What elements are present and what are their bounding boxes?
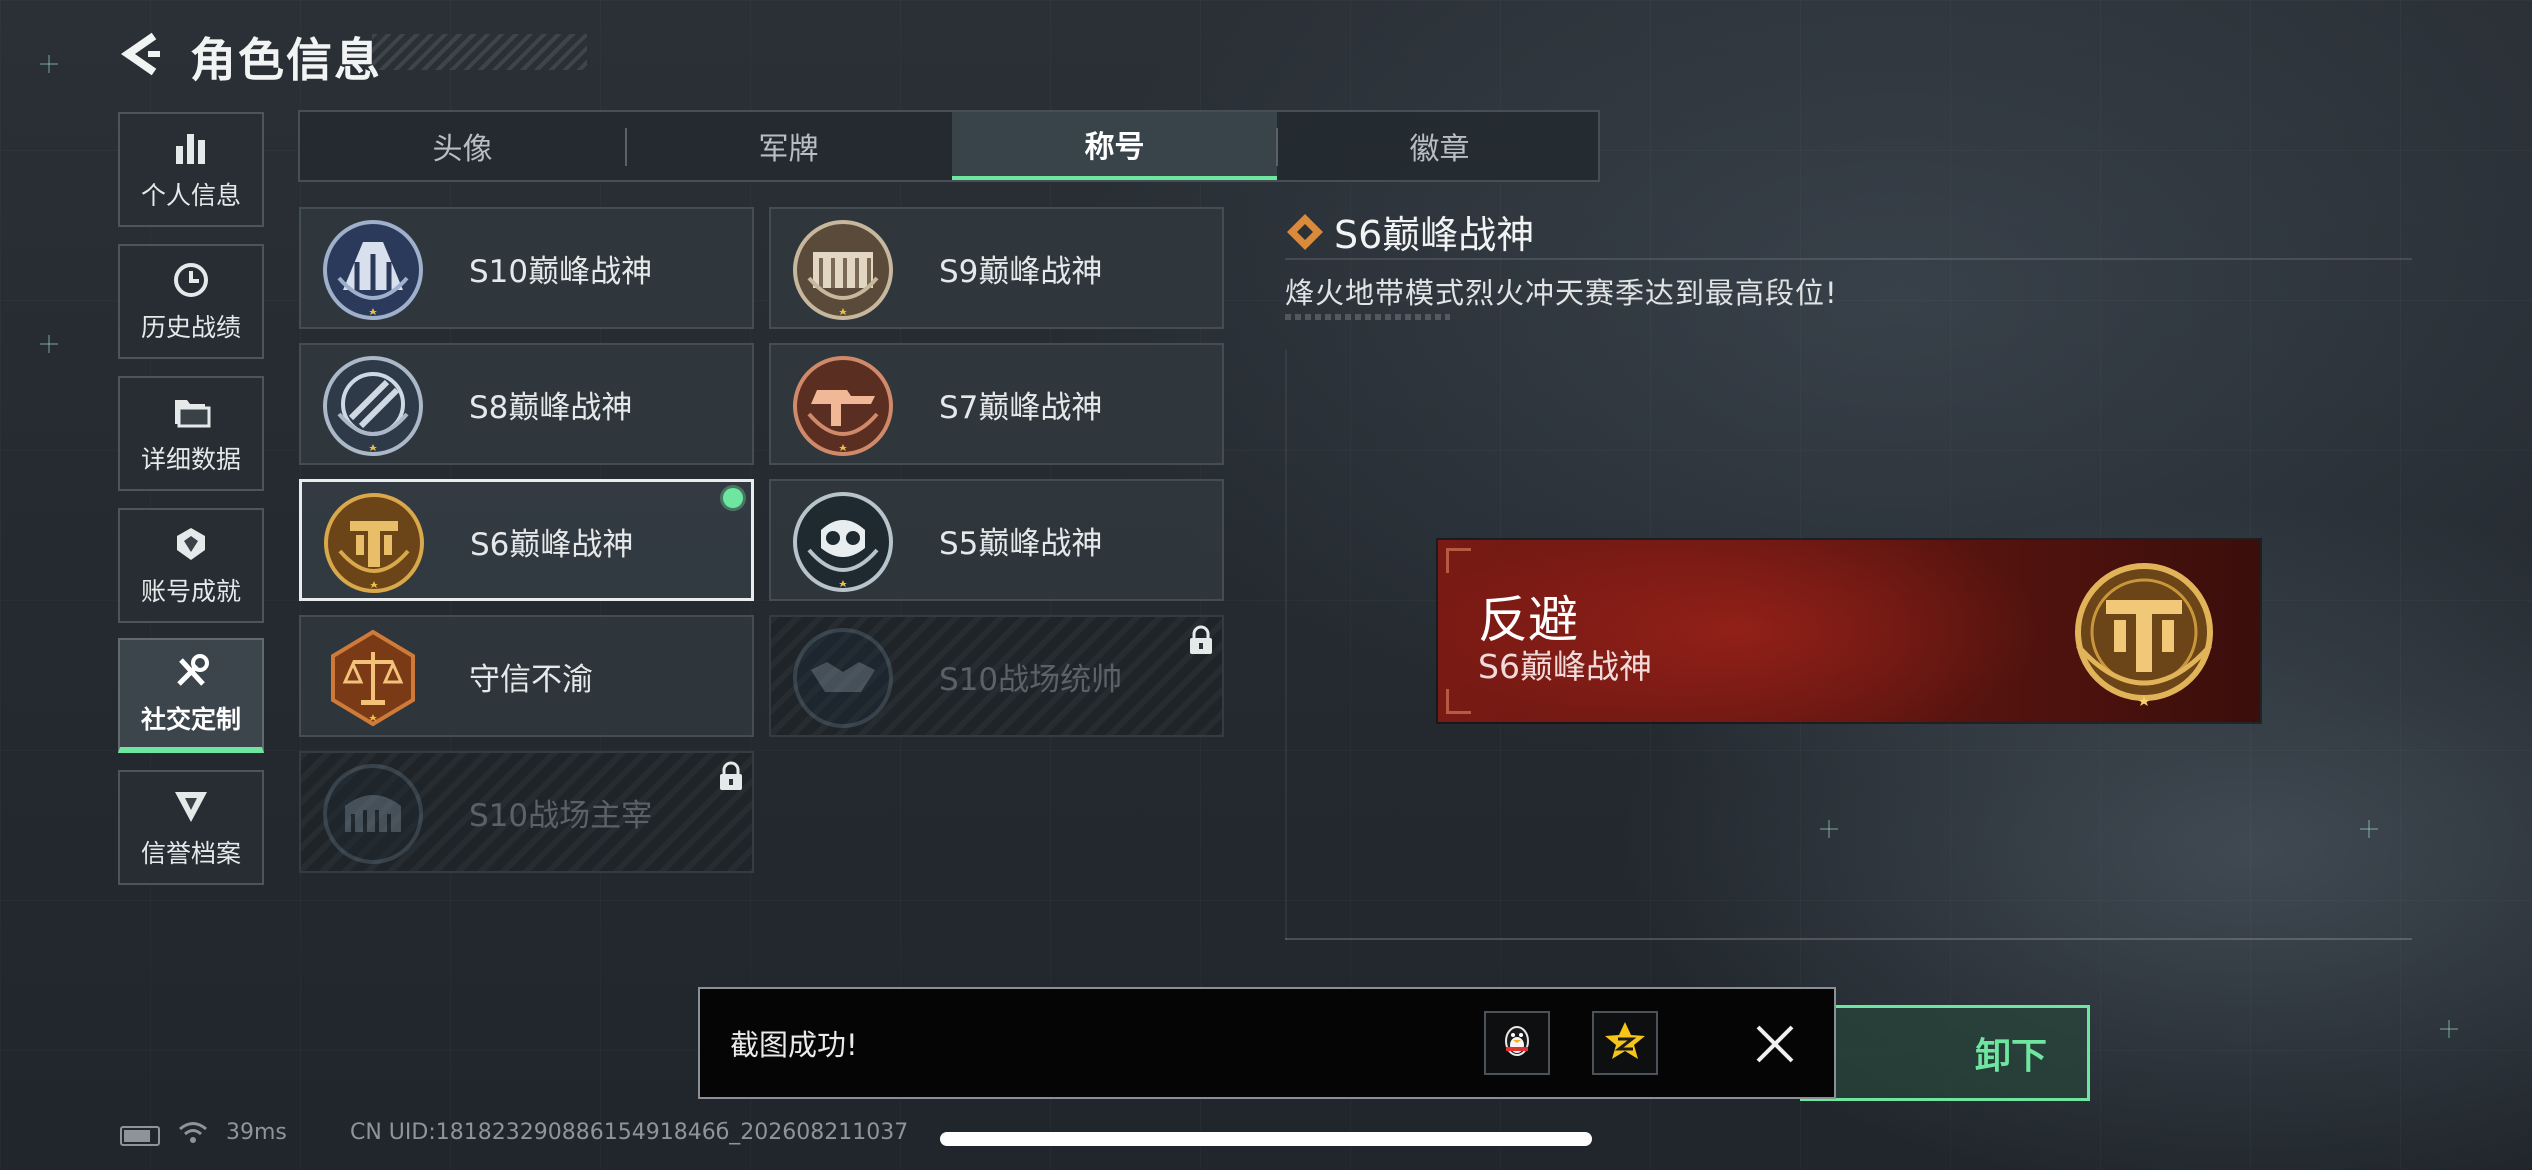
tab-badge[interactable]: 徽章 xyxy=(1277,112,1602,180)
s8-emblem-icon xyxy=(321,354,425,458)
scales-emblem-icon xyxy=(321,626,425,730)
equipped-indicator-dot xyxy=(723,488,743,508)
qzone-star-icon xyxy=(1603,1019,1647,1067)
sidebar-item-label: 信誉档案 xyxy=(140,838,241,868)
unequip-button[interactable]: 卸下 xyxy=(1800,1005,2090,1101)
lock-icon xyxy=(718,761,744,791)
title-card-selected[interactable]: S6巅峰战神 xyxy=(299,479,754,601)
title-card-name: S5巅峰战神 xyxy=(939,525,1103,562)
share-qq-button[interactable] xyxy=(1484,1011,1550,1075)
sidebar-item-credit-record[interactable]: 信誉档案 xyxy=(118,770,264,885)
sidebar-item-achievements[interactable]: 账号成就 xyxy=(118,508,264,623)
title-card-name: S10战场统帅 xyxy=(939,661,1123,698)
share-qzone-button[interactable] xyxy=(1592,1011,1658,1075)
achievement-icon xyxy=(171,524,211,564)
s5-emblem-icon xyxy=(791,490,895,594)
title-card-locked[interactable]: S10战场主宰 xyxy=(299,751,754,873)
tools-icon xyxy=(171,652,211,692)
battery-icon xyxy=(120,1126,160,1146)
title-card-locked[interactable]: S10战场统帅 xyxy=(769,615,1224,737)
tab-dog-tag[interactable]: 军牌 xyxy=(626,112,951,180)
decor-cross xyxy=(2440,1020,2458,1038)
clock-icon xyxy=(171,260,211,300)
lock-icon xyxy=(1188,625,1214,655)
title-card-name: 守信不渝 xyxy=(469,661,593,698)
banner-corner xyxy=(1446,689,1471,714)
credit-shield-icon xyxy=(171,786,211,826)
wifi-icon xyxy=(178,1120,208,1146)
s10-dominator-emblem-icon xyxy=(321,762,425,866)
title-card[interactable]: S9巅峰战神 xyxy=(769,207,1224,329)
s6-emblem-large-icon xyxy=(2058,550,2230,722)
s9-emblem-icon xyxy=(791,218,895,322)
detail-title: S6巅峰战神 xyxy=(1334,213,1535,257)
back-arrow-icon[interactable] xyxy=(118,30,168,78)
sidebar-item-match-history[interactable]: 历史战绩 xyxy=(118,244,264,359)
title-card-name: S7巅峰战神 xyxy=(939,389,1103,426)
preview-title: S6巅峰战神 xyxy=(1478,647,1652,686)
qq-penguin-icon xyxy=(1497,1021,1537,1065)
title-card-name: S10战场主宰 xyxy=(469,797,653,834)
sidebar-item-label: 账号成就 xyxy=(140,576,241,606)
title-card[interactable]: S10巅峰战神 xyxy=(299,207,754,329)
s7-emblem-icon xyxy=(791,354,895,458)
sidebar-item-detailed-data[interactable]: 详细数据 xyxy=(118,376,264,491)
s10-emblem-icon xyxy=(321,218,425,322)
tab-avatar[interactable]: 头像 xyxy=(300,112,625,180)
sidebar-item-label: 详细数据 xyxy=(140,444,241,474)
tab-title[interactable]: 称号 xyxy=(952,112,1277,180)
title-card-name: S6巅峰战神 xyxy=(470,526,634,563)
home-indicator[interactable] xyxy=(940,1132,1592,1146)
diamond-icon xyxy=(1285,212,1325,252)
decor-cross xyxy=(40,335,58,353)
sidebar-item-label: 历史战绩 xyxy=(140,312,241,342)
toast-message: 截图成功! xyxy=(730,1028,858,1062)
sidebar-item-label: 个人信息 xyxy=(140,180,241,210)
unequip-button-label: 卸下 xyxy=(1974,1036,2047,1077)
decor-cross xyxy=(40,55,58,73)
s10-commander-emblem-icon xyxy=(791,626,895,730)
ping-readout: 39ms xyxy=(226,1120,287,1145)
page-title: 角色信息 xyxy=(190,33,382,87)
title-decoration xyxy=(372,34,587,70)
title-card[interactable]: S8巅峰战神 xyxy=(299,343,754,465)
banner-corner xyxy=(1446,548,1471,573)
close-icon[interactable] xyxy=(1750,1019,1800,1069)
s6-emblem-icon xyxy=(322,491,426,595)
description-decoration xyxy=(1285,314,1450,320)
title-card-name: S8巅峰战神 xyxy=(469,389,633,426)
uid-text: CN UID:18182329088615491846б_20260821103… xyxy=(350,1120,909,1145)
sidebar-item-label: 社交定制 xyxy=(140,704,241,734)
title-preview-banner: 反避 S6巅峰战神 xyxy=(1438,540,2260,722)
sidebar-item-social-custom[interactable]: 社交定制 xyxy=(118,638,264,753)
title-card[interactable]: 守信不渝 xyxy=(299,615,754,737)
title-card[interactable]: S7巅峰战神 xyxy=(769,343,1224,465)
divider xyxy=(1285,938,2412,940)
sidebar-item-personal-info[interactable]: 个人信息 xyxy=(118,112,264,227)
title-card-name: S9巅峰战神 xyxy=(939,253,1103,290)
folder-icon xyxy=(171,392,211,432)
title-card-name: S10巅峰战神 xyxy=(469,253,653,290)
detail-description: 烽火地带模式烈火冲天赛季达到最高段位! xyxy=(1285,276,1838,310)
screenshot-toast: 截图成功! xyxy=(698,987,1836,1099)
bar-chart-icon xyxy=(171,128,211,168)
category-tabs: 头像 军牌 称号 徽章 xyxy=(298,110,1600,182)
divider xyxy=(1285,258,2412,260)
title-card[interactable]: S5巅峰战神 xyxy=(769,479,1224,601)
